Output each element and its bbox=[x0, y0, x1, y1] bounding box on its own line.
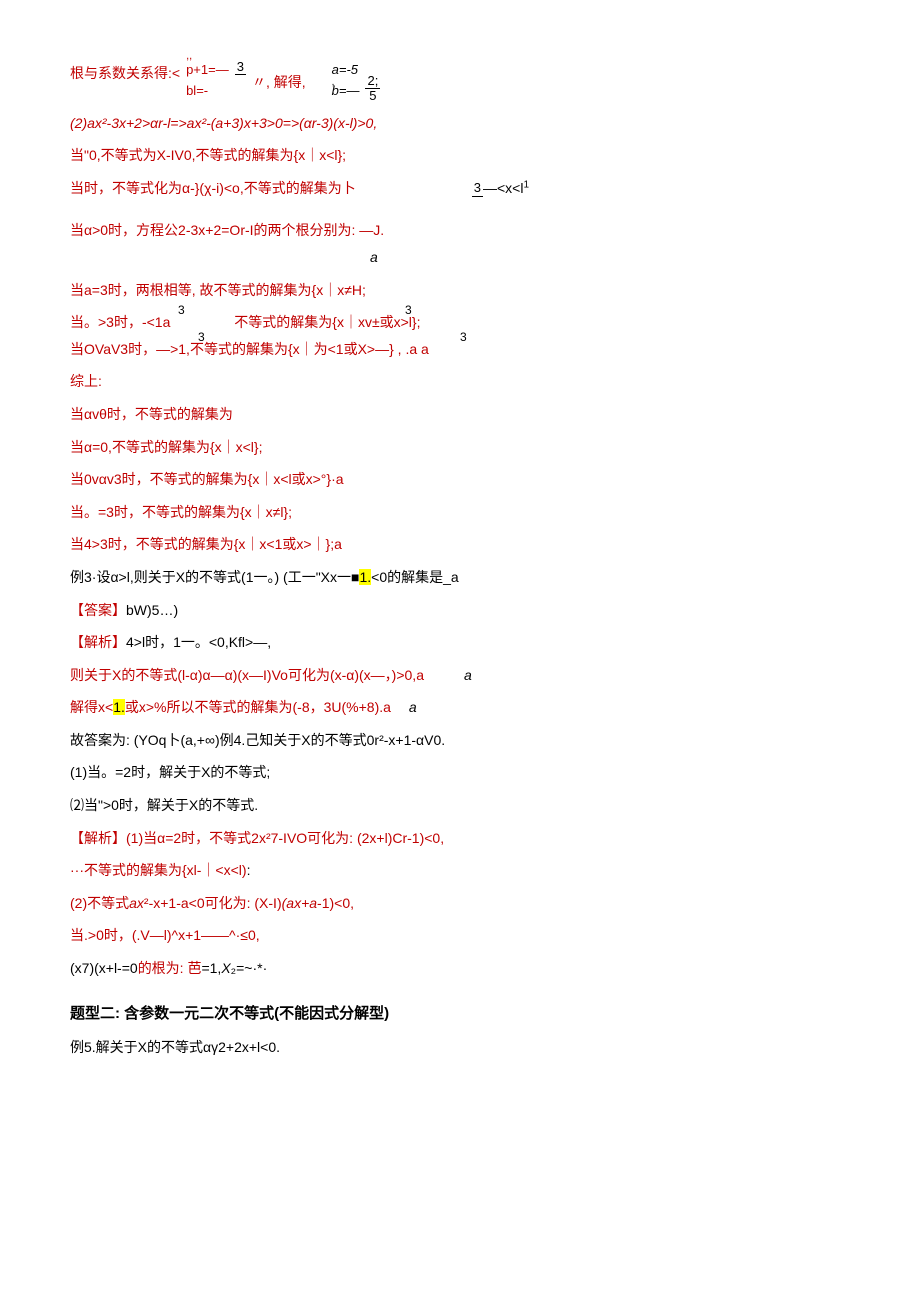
analysis-1-line: 【解析】4>l时，1一。<0,Kfl>—, bbox=[70, 629, 850, 656]
section-2-title: 题型二: 含参数一元二次不等式(不能因式分解型) bbox=[70, 1000, 850, 1029]
summary-neg: 当αvθ时，不等式的解集为 bbox=[70, 401, 850, 428]
summary-zero: 当α=0,不等式的解集为{x｜x<l}; bbox=[70, 434, 850, 461]
case-0to3-line: 当OVaV3时，—>1,不等式的解集为{x｜为<1或X>—} , .a a 3 … bbox=[70, 336, 850, 363]
vieta-relation-line: 根与系数关系得:< ,,p+1=— bl=- 3 〃, 解得, a=-5 ,b=… bbox=[70, 60, 850, 104]
example-5-line: 例5.解关于X的不等式αγ2+2x+l<0. bbox=[70, 1034, 850, 1061]
answer-line: 【答案】bW)5…) bbox=[70, 597, 850, 624]
sub-2-line: ⑵当">0时，解关于X的不等式. bbox=[70, 792, 850, 819]
summary-gt3: 当4>3时，不等式的解集为{x｜x<1或x>｜};a bbox=[70, 531, 850, 558]
answer-conclusion-line: 故答案为: (YOq卜(a,+∞)例4.己知关于X的不等式0r²-x+1-αV0… bbox=[70, 727, 850, 754]
vieta-left-brace: ,,p+1=— bl=- bbox=[186, 60, 229, 102]
roots-line: (x7)(x+l-=0的根为: 芭=1,X₂=~·*· bbox=[70, 955, 850, 982]
vieta-prefix: 根与系数关系得:< bbox=[70, 60, 180, 87]
summary-eq3: 当。=3时，不等式的解集为{x｜x≠l}; bbox=[70, 499, 850, 526]
frac-3-x: 3—<x<l1 bbox=[472, 175, 529, 202]
case-a3-line: 当a=3时，两根相等, 故不等式的解集为{x｜x≠H; bbox=[70, 277, 850, 304]
vieta-result: a=-5 ,b=— bbox=[332, 60, 360, 102]
when-gt0-line: 当.>0时，(.V—l)^x+1——^·≤0, bbox=[70, 922, 850, 949]
case-when-line: 当时，不等式化为α-}(χ-i)<o,不等式的解集为卜 3—<x<l1 bbox=[70, 175, 850, 202]
analysis-2-line: 则关于X的不等式(l-α)α—α)(x—I)Vo可化为(x-α)(x—，)>0,… bbox=[70, 662, 850, 689]
step-2-line: (2)ax²-3x+2>αr-l=>ax²-(a+3)x+3>0=>(αr-3)… bbox=[70, 110, 850, 137]
solution-set-line: ···不等式的解集为{xl-｜<x<l): bbox=[70, 857, 850, 884]
case-positive-line: 当α>0时，方程公2-3x+2=Or-I的两个根分别为: —J. a bbox=[70, 217, 850, 270]
vieta-solve: 〃, 解得, bbox=[252, 69, 306, 96]
summary-label: 综上: bbox=[70, 368, 850, 395]
analysis-sub1-line: 【解析】(1)当α=2时，不等式2x²7-IVO可化为: (2x+l)Cr-1)… bbox=[70, 825, 850, 852]
sub2-factor-line: (2)不等式ax²-x+1-a<0可化为: (X-I)(ax+a-1)<0, bbox=[70, 890, 850, 917]
case-zero-line: 当"0,不等式为X-IV0,不等式的解集为{x｜x<l}; bbox=[70, 142, 850, 169]
summary-0to3: 当0vαv3时，不等式的解集为{x｜x<l或x>°}·a bbox=[70, 466, 850, 493]
example-3-line: 例3·设α>l,则关于X的不等式(1一。) (工一"Xx一■1.<0的解集是_a bbox=[70, 564, 850, 591]
frac-2-5: 2; 5 bbox=[365, 74, 380, 104]
frac-3-blank: 3 bbox=[235, 60, 246, 75]
case-when-text: 当时，不等式化为α-}(χ-i)<o,不等式的解集为卜 bbox=[70, 175, 356, 202]
analysis-3-line: 解得x<1.或x>%所以不等式的解集为(-8，3U(%+8).aa bbox=[70, 694, 850, 721]
sub-1-line: (1)当。=2时，解关于X的不等式; bbox=[70, 759, 850, 786]
